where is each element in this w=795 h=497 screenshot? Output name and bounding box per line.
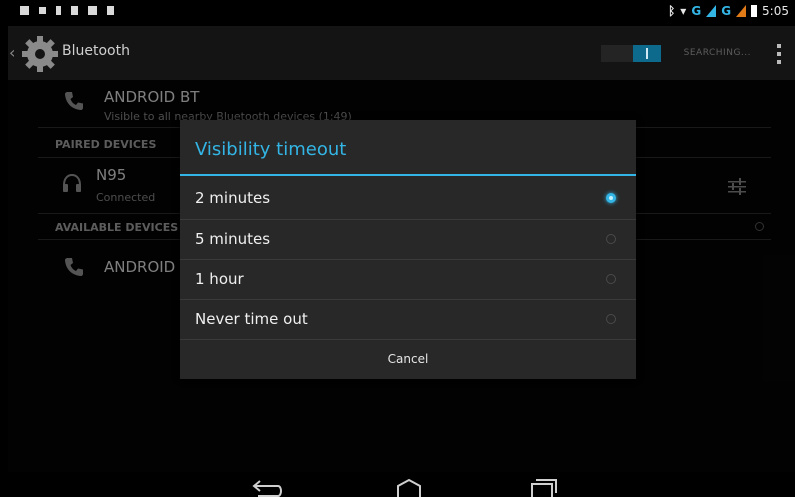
visibility-timeout-dialog: Visibility timeout 2 minutes 5 minutes 1… (180, 120, 636, 379)
option-label: 1 hour (195, 270, 244, 288)
action-bar: ‹ Bluetooth SEARCHING... (8, 26, 795, 80)
bluetooth-icon: ᛒ (668, 4, 676, 18)
storage-notification-icon (107, 6, 114, 15)
up-caret-icon[interactable]: ‹ (9, 43, 15, 62)
bluetooth-toggle[interactable] (601, 45, 661, 62)
cancel-button[interactable]: Cancel (180, 339, 636, 379)
signal-icon (706, 5, 717, 17)
radio-unselected-icon[interactable] (606, 274, 616, 284)
toggle-knob (633, 45, 661, 62)
network-type-label-2: G (721, 4, 732, 18)
title-divider (180, 174, 636, 176)
page-title: Bluetooth (62, 43, 130, 59)
recent-apps-icon[interactable] (528, 477, 558, 497)
screen: ᛒ ▾ G G 5:05 ‹ Bluetooth SEARCHING... AN… (8, 0, 795, 497)
status-bar: ᛒ ▾ G G 5:05 (8, 0, 795, 26)
network-type-label: G (691, 4, 702, 18)
option-5-minutes[interactable]: 5 minutes (180, 219, 636, 259)
image-notification-icon (88, 6, 97, 15)
option-2-minutes[interactable]: 2 minutes (180, 179, 636, 219)
overflow-menu-icon[interactable] (777, 44, 781, 64)
radio-unselected-icon[interactable] (606, 234, 616, 244)
cancel-label: Cancel (387, 352, 429, 366)
navigation-bar (8, 472, 795, 497)
wifi-icon: ▾ (680, 4, 687, 18)
notification-icons (20, 6, 114, 15)
battery-icon (751, 5, 758, 17)
system-status-icons: ᛒ ▾ G G 5:05 (668, 4, 789, 18)
signal-icon-2 (736, 5, 747, 17)
option-never-time-out[interactable]: Never time out (180, 299, 636, 339)
back-icon[interactable] (248, 477, 288, 497)
notification-icon (20, 6, 29, 15)
option-1-hour[interactable]: 1 hour (180, 259, 636, 299)
wifi-notification-icon (39, 7, 46, 14)
usb-icon (56, 6, 61, 15)
option-label: 5 minutes (195, 230, 271, 248)
option-label: 2 minutes (195, 189, 271, 207)
radio-selected-icon[interactable] (606, 193, 616, 203)
radio-unselected-icon[interactable] (606, 314, 616, 324)
lock-icon (71, 6, 78, 15)
home-icon[interactable] (394, 477, 424, 497)
settings-gear-icon[interactable] (20, 34, 60, 74)
search-for-devices-button[interactable]: SEARCHING... (684, 48, 751, 58)
clock: 5:05 (762, 4, 789, 18)
dialog-title: Visibility timeout (195, 139, 347, 160)
option-label: Never time out (195, 310, 308, 328)
